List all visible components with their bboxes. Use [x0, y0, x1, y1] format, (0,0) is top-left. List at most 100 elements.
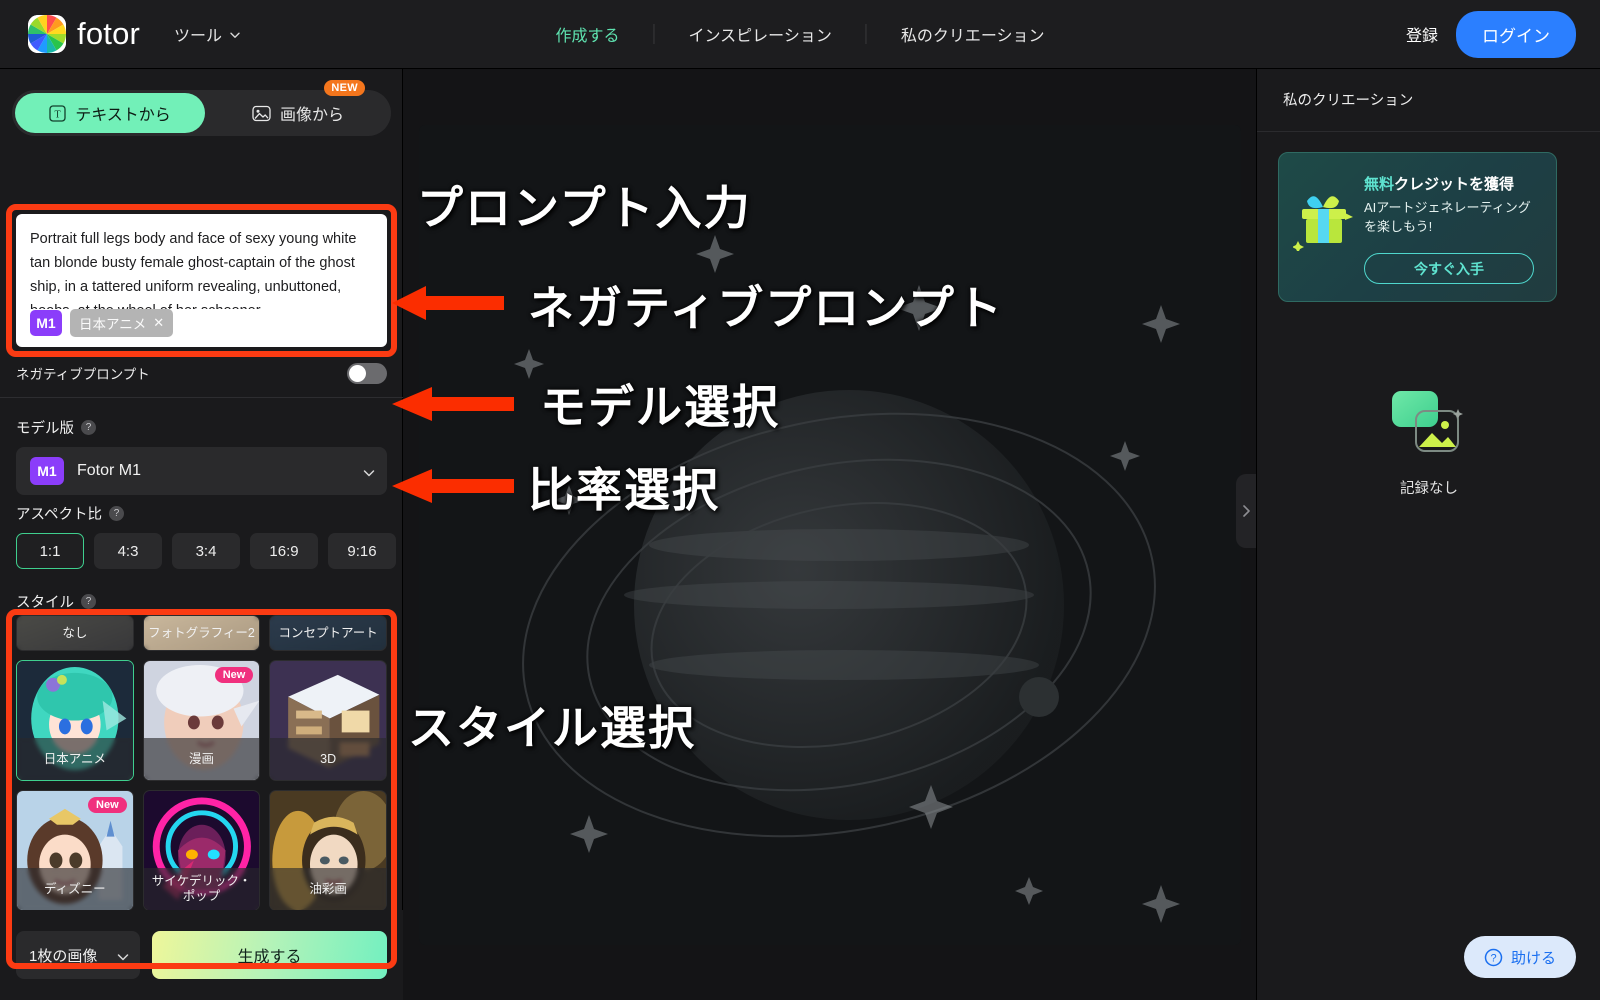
login-button[interactable]: ログイン — [1456, 10, 1576, 58]
tab-from-text[interactable]: T テキストから — [15, 93, 205, 133]
model-select[interactable]: M1 Fotor M1 — [16, 447, 387, 495]
aspect-ratio-options: 1:1 4:3 3:4 16:9 9:16 — [16, 533, 396, 569]
gift-icon — [1293, 196, 1353, 251]
close-icon[interactable]: ✕ — [153, 315, 164, 331]
text-icon: T — [49, 104, 66, 122]
image-count-select[interactable]: 1枚の画像 — [16, 931, 140, 979]
nav-item-create[interactable]: 作成する — [521, 22, 653, 46]
nav-item-my-creations[interactable]: 私のクリエーション — [867, 22, 1079, 46]
annotation-arrow-aspect-ratio — [392, 469, 514, 503]
tab-from-image[interactable]: 画像から NEW — [205, 80, 391, 133]
model-badge: M1 — [30, 457, 64, 485]
negative-prompt-toggle[interactable] — [347, 362, 387, 384]
style-card-label: コンセプトアート — [270, 616, 386, 650]
promo-body: AIアートジェネレーティングを楽しもう! — [1364, 200, 1531, 234]
style-card-concept-art[interactable]: コンセプトアート — [269, 615, 387, 651]
input-mode-tabs: T テキストから 画像から NEW — [12, 80, 391, 136]
annotation-arrow-negative-prompt — [392, 286, 504, 320]
aspect-ratio-16-9[interactable]: 16:9 — [250, 533, 318, 569]
annotation-label-model-select: モデル選択 — [540, 380, 780, 434]
panel-divider — [1257, 131, 1600, 132]
panel-divider — [0, 397, 403, 398]
collapse-right-panel-button[interactable] — [1236, 474, 1256, 548]
help-circle-icon[interactable]: ? — [81, 420, 96, 435]
style-card-disney[interactable]: New ディズニー — [16, 790, 134, 911]
fotor-logo-icon — [28, 15, 66, 53]
image-count-value: 1枚の画像 — [29, 947, 98, 965]
promo-title: 無料クレジットを獲得 — [1364, 173, 1514, 194]
aspect-ratio-label-text: アスペクト比 — [16, 507, 102, 523]
promo-title-rest: クレジットを獲得 — [1394, 176, 1515, 193]
style-card-manga[interactable]: New 漫画 — [142, 660, 261, 781]
prompt-model-chip[interactable]: M1 — [30, 310, 62, 336]
style-card-3d[interactable]: 3D — [269, 660, 387, 781]
nav-item-inspiration[interactable]: インスピレーション — [654, 22, 865, 46]
brand-name: fotor — [77, 16, 141, 51]
style-card-label: ディズニー — [17, 868, 133, 910]
help-circle-icon[interactable]: ? — [81, 594, 96, 609]
style-card-japanese-anime[interactable]: 日本アニメ — [16, 660, 134, 781]
space-illustration — [418, 124, 1241, 945]
tab-from-text-label: テキストから — [75, 107, 171, 124]
style-card-oil-painting[interactable]: 油彩画 — [269, 790, 387, 911]
prompt-style-chip-label: 日本アニメ — [79, 317, 147, 332]
annotation-label-prompt: プロンプト入力 — [417, 181, 752, 235]
style-card-photography-2[interactable]: フォトグラフィー2 — [142, 615, 261, 651]
question-circle-icon: ? — [1484, 948, 1503, 966]
tools-menu[interactable]: ツール — [174, 22, 240, 46]
right-panel-title: 私のクリエーション — [1283, 93, 1414, 109]
prompt-input-value: Portrait full legs body and face of sexy… — [30, 231, 357, 309]
negative-prompt-row: ネガティブプロンプト — [16, 361, 387, 385]
aspect-ratio-1-1[interactable]: 1:1 — [16, 533, 84, 569]
new-badge: NEW — [324, 80, 365, 96]
empty-state-text: 記録なし — [1400, 481, 1458, 497]
toggle-knob — [349, 364, 366, 382]
fotor-ai-image-generator-page: fotor ツール 作成する インスピレーション 私のクリエーション 登録 ログ… — [0, 0, 1600, 1000]
style-card-label: 3D — [270, 738, 386, 780]
main-nav: 作成する インスピレーション 私のクリエーション — [521, 22, 1078, 46]
svg-text:?: ? — [1490, 952, 1496, 964]
aspect-ratio-9-16[interactable]: 9:16 — [328, 533, 396, 569]
prompt-chips: M1 日本アニメ ✕ — [30, 309, 174, 337]
style-card-label: なし — [17, 616, 133, 650]
chevron-down-icon — [116, 950, 129, 961]
aspect-ratio-3-4[interactable]: 3:4 — [172, 533, 240, 569]
model-version-section-label: モデル版 ? — [16, 417, 96, 438]
model-select-value: Fotor M1 — [77, 462, 142, 479]
style-card-label: 油彩画 — [270, 868, 386, 910]
help-button[interactable]: ? 助ける — [1463, 936, 1576, 978]
style-card-label: フォトグラフィー2 — [143, 616, 260, 650]
left-settings-panel: T テキストから 画像から NEW Portrait full legs bod… — [0, 69, 403, 1000]
generate-button[interactable]: 生成する — [152, 931, 387, 979]
image-icon — [252, 105, 271, 122]
promo-card-free-credits[interactable]: 無料クレジットを獲得 AIアートジェネレーティングを楽しもう! 今すぐ入手 — [1278, 152, 1557, 302]
promo-get-now-button[interactable]: 今すぐ入手 — [1364, 253, 1534, 284]
help-circle-icon[interactable]: ? — [109, 506, 124, 521]
promo-title-highlight: 無料 — [1364, 176, 1395, 193]
style-card-none[interactable]: なし — [16, 615, 134, 651]
chevron-right-icon — [1242, 505, 1250, 517]
model-version-label-text: モデル版 — [16, 421, 74, 437]
right-creations-panel: 私のクリエーション 無料クレジットを獲得 AIアートジェネレーティングを楽しもう… — [1256, 69, 1600, 1000]
style-section-label: スタイル ? — [16, 591, 96, 612]
new-badge: New — [214, 667, 254, 683]
new-badge: New — [88, 797, 127, 813]
preview-canvas[interactable] — [418, 124, 1241, 945]
tab-from-image-label: 画像から — [279, 107, 344, 124]
brand-logo[interactable]: fotor — [28, 15, 140, 53]
chevron-down-icon — [229, 29, 240, 40]
account-actions: 登録 ログイン — [1406, 10, 1576, 58]
prompt-style-chip[interactable]: 日本アニメ ✕ — [70, 309, 174, 337]
prompt-input[interactable]: Portrait full legs body and face of sexy… — [16, 214, 387, 347]
empty-gallery-icon — [1392, 391, 1463, 452]
annotation-label-aspect-ratio: 比率選択 — [528, 463, 720, 517]
help-button-label: 助ける — [1510, 949, 1556, 967]
annotation-arrow-model-select — [392, 387, 514, 421]
svg-text:T: T — [55, 109, 61, 120]
style-card-label: 漫画 — [143, 738, 260, 780]
style-card-psychedelic-pop[interactable]: サイケデリック・ポップ — [142, 790, 261, 911]
chevron-down-icon — [362, 466, 375, 477]
signup-link[interactable]: 登録 — [1406, 22, 1438, 46]
top-navigation-bar: fotor ツール 作成する インスピレーション 私のクリエーション 登録 ログ… — [0, 0, 1600, 69]
aspect-ratio-4-3[interactable]: 4:3 — [94, 533, 162, 569]
